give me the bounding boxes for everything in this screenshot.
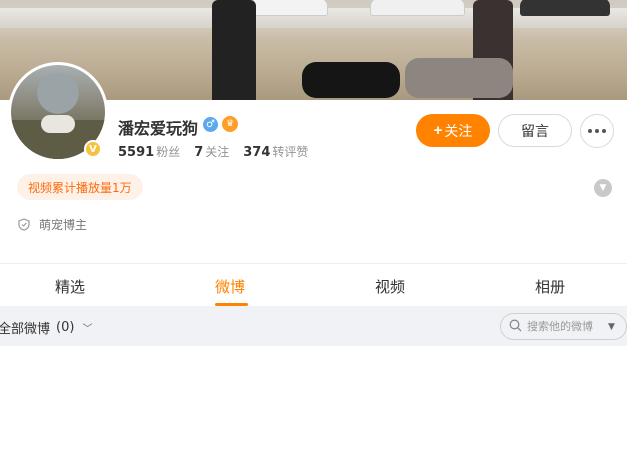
banner-car (370, 0, 465, 16)
tab-featured[interactable]: 精选 (55, 276, 85, 297)
banner-dog-husky (405, 58, 513, 98)
banner-dog-black (302, 62, 400, 98)
filter-count: (0) (56, 320, 75, 335)
profile-stats: 5591 粉丝 7 关注 374 转评赞 (118, 143, 308, 160)
avatar-pet (41, 115, 75, 133)
male-icon: ♂ (203, 117, 218, 132)
shield-icon (18, 218, 30, 231)
more-dots-icon (602, 129, 606, 133)
banner-car (520, 0, 610, 16)
crown-icon: ♛ (222, 116, 238, 132)
message-button-label: 留言 (521, 122, 549, 139)
plus-icon: + (433, 122, 443, 139)
filter-bar: 全部微博 (0) ﹀ ▼ (0, 306, 627, 346)
verified-badge-icon: V (84, 140, 102, 158)
banner-car (250, 0, 328, 16)
follow-button[interactable]: + 关注 (416, 114, 490, 147)
stat-following-value: 7 (194, 145, 204, 160)
stat-following[interactable]: 7 关注 (194, 143, 229, 160)
profile-tabs: 精选 微博 视频 相册 (0, 264, 627, 306)
search-box[interactable]: ▼ (500, 313, 627, 340)
tab-video[interactable]: 视频 (375, 276, 405, 297)
stat-interactions: 374 转评赞 (243, 143, 308, 160)
search-icon (509, 317, 522, 336)
search-dropdown-icon[interactable]: ▼ (608, 322, 615, 332)
more-options-button[interactable] (580, 114, 614, 148)
stat-interactions-label: 转评赞 (272, 145, 309, 159)
message-button[interactable]: 留言 (498, 114, 572, 147)
chevron-down-icon[interactable]: ▼ (594, 179, 612, 197)
filter-dropdown[interactable]: 全部微博 (0) ﹀ (0, 318, 92, 337)
filter-label: 全部微博 (0, 322, 51, 337)
role-label: 萌宠博主 (39, 218, 88, 232)
stat-fans[interactable]: 5591 粉丝 (118, 143, 180, 160)
profile-role: 萌宠博主 (18, 216, 87, 233)
search-input[interactable] (527, 320, 603, 333)
tab-album[interactable]: 相册 (535, 276, 565, 297)
stat-following-label: 关注 (205, 145, 230, 159)
chevron-down-icon: ﹀ (82, 324, 93, 335)
more-dots-icon (595, 129, 599, 133)
banner-person (212, 0, 256, 100)
follow-button-label: 关注 (444, 122, 473, 139)
profile-name: 潘宏爱玩狗 (118, 119, 199, 138)
stat-fans-label: 粉丝 (156, 145, 181, 159)
tab-weibo[interactable]: 微博 (215, 276, 245, 297)
play-count-tag: 视频累计播放量1万 (17, 174, 143, 200)
more-dots-icon (588, 129, 592, 133)
stat-interactions-value: 374 (243, 145, 271, 160)
stat-fans-value: 5591 (118, 145, 155, 160)
